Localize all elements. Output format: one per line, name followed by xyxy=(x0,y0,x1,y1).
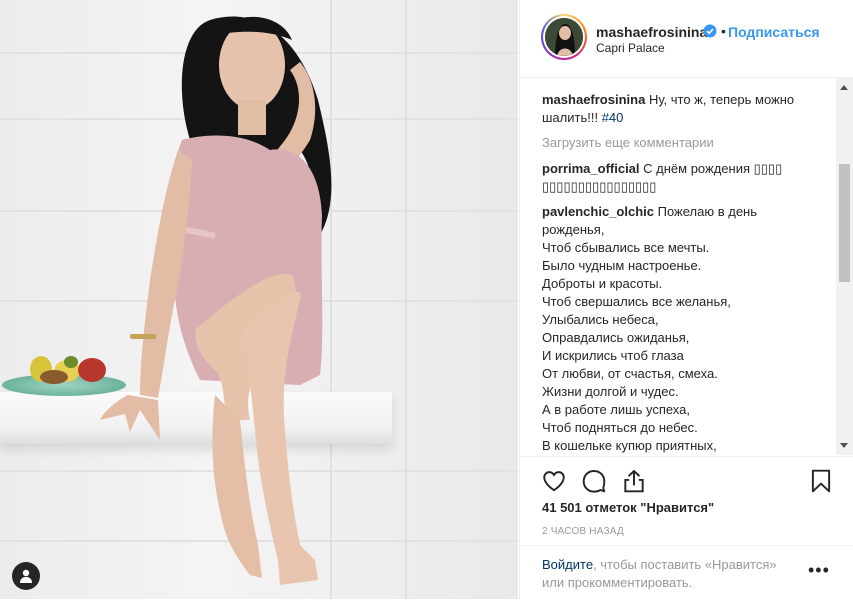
comment-line: А в работе лишь успеха, xyxy=(542,402,690,417)
post-actions xyxy=(520,456,853,505)
comment-line: Чтоб сбывались все мечты. xyxy=(542,240,710,255)
login-prompt-bar: Войдите, чтобы поставить «Нравится» или … xyxy=(520,545,853,600)
person-figure xyxy=(100,16,332,585)
comment-line: Было чудным настроенье. xyxy=(542,258,702,273)
comment-line: Улыбались небеса, xyxy=(542,312,659,327)
comments-scrollbar[interactable] xyxy=(836,78,853,455)
comments-list[interactable]: mashaefrosinina Ну, что ж, теперь можно … xyxy=(520,78,853,455)
avatar-picture xyxy=(545,18,583,56)
comment-line: Доброты и красоты. xyxy=(542,276,663,291)
comment-line: Жизни долгой и чудес. xyxy=(542,384,679,399)
comment-item: pavlenchic_olchic Пожелаю в день рождень… xyxy=(542,203,827,455)
avatar-image xyxy=(545,18,583,56)
likes-count[interactable]: 41 501 отметок "Нравится" xyxy=(542,500,714,515)
comment-line: Оправдались ожиданья, xyxy=(542,330,690,345)
more-options-icon[interactable]: ••• xyxy=(808,560,830,581)
share-icon[interactable] xyxy=(621,468,647,494)
avatar-border xyxy=(543,16,585,58)
user-icon xyxy=(20,569,32,583)
header-separator: • xyxy=(721,23,726,39)
load-more-comments-button[interactable]: Загрузить еще комментарии xyxy=(542,135,714,150)
comment-text-continued: ▯▯▯▯▯▯▯▯▯▯▯▯▯▯▯▯ xyxy=(542,179,657,194)
scroll-up-arrow-icon[interactable] xyxy=(840,85,848,90)
comment-text: Пожелаю в день xyxy=(657,204,758,219)
avatar[interactable] xyxy=(541,14,587,60)
login-prompt: Войдите, чтобы поставить «Нравится» или … xyxy=(542,556,802,592)
scrollbar-thumb[interactable] xyxy=(839,164,850,282)
login-link[interactable]: Войдите xyxy=(542,557,593,572)
caption-hashtag[interactable]: #40 xyxy=(602,110,624,125)
post-photo[interactable] xyxy=(0,0,518,599)
comment-line: Чтоб подняться до небес. xyxy=(542,420,698,435)
comment-line: В кошельке купюр приятных, xyxy=(542,438,717,453)
comment-bubble-icon[interactable] xyxy=(581,468,607,494)
tagged-users-button[interactable] xyxy=(12,562,40,590)
comment-username[interactable]: pavlenchic_olchic xyxy=(542,204,654,219)
comment-text: С днём рождения ▯▯▯▯ xyxy=(643,161,783,176)
verified-badge-icon xyxy=(703,24,717,38)
comment-item: porrima_official С днём рождения ▯▯▯▯ ▯▯… xyxy=(542,160,827,196)
header-username[interactable]: mashaefrosinina xyxy=(596,24,707,40)
comment-line: От любви, от счастья, смеха. xyxy=(542,366,718,381)
post-timestamp[interactable]: 2 ЧАСОВ НАЗАД xyxy=(542,526,624,537)
comment-line: И искрились чтоб глаза xyxy=(542,348,684,363)
post-side-panel: mashaefrosinina • Подписаться Capri Pala… xyxy=(519,0,853,599)
post-caption: mashaefrosinina Ну, что ж, теперь можно … xyxy=(542,91,827,127)
comment-line: рожденья, xyxy=(542,222,605,237)
location-link[interactable]: Capri Palace xyxy=(596,41,665,55)
comment-line: Чтоб свершались все желанья, xyxy=(542,294,731,309)
post-header: mashaefrosinina • Подписаться Capri Pala… xyxy=(520,0,853,78)
comment-username[interactable]: porrima_official xyxy=(542,161,640,176)
caption-username[interactable]: mashaefrosinina xyxy=(542,92,645,107)
bookmark-icon[interactable] xyxy=(808,468,834,494)
heart-icon[interactable] xyxy=(541,468,567,494)
follow-button[interactable]: Подписаться xyxy=(728,24,820,40)
scroll-down-arrow-icon[interactable] xyxy=(840,443,848,448)
